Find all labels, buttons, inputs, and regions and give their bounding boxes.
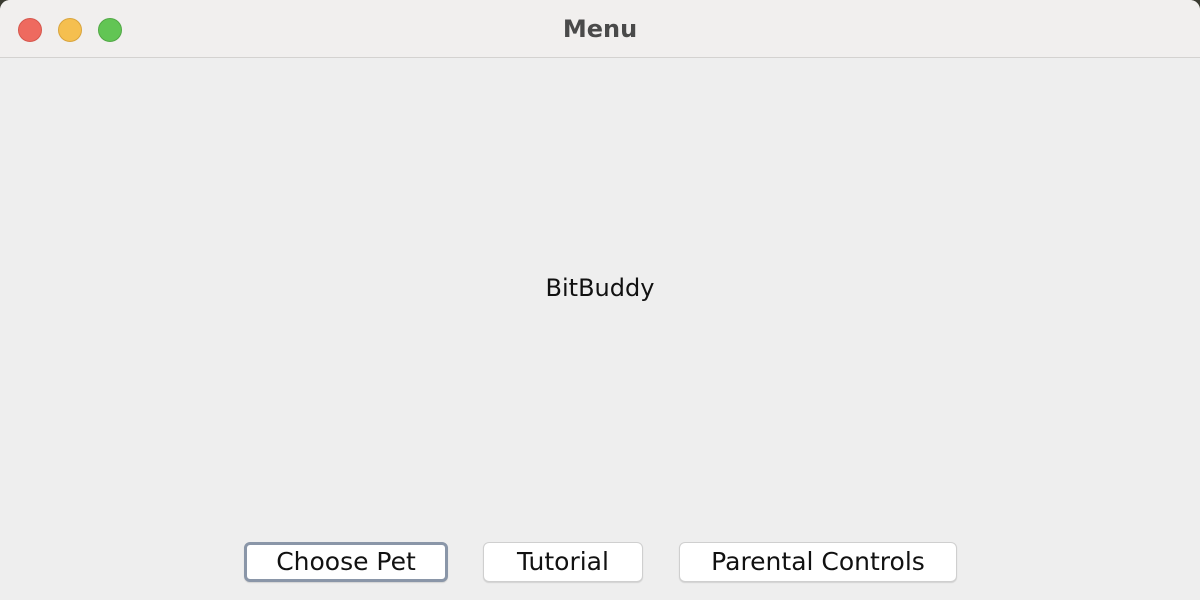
tutorial-button[interactable]: Tutorial	[483, 542, 643, 582]
menu-panel: BitBuddy Choose Pet Tutorial Parental Co…	[0, 58, 1200, 600]
app-name-label: BitBuddy	[545, 274, 655, 302]
window-title: Menu	[562, 15, 638, 43]
app-window: Menu BitBuddy Choose Pet Tutorial Parent…	[0, 0, 1200, 600]
choose-pet-button[interactable]: Choose Pet	[244, 542, 448, 582]
parental-controls-button[interactable]: Parental Controls	[679, 542, 957, 582]
title-bar[interactable]: Menu	[0, 0, 1200, 58]
